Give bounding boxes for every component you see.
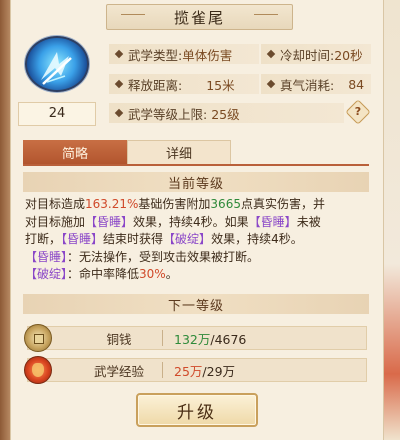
martial-xp-icon [24, 356, 52, 384]
cost-name: 铜钱 [106, 331, 132, 347]
desc-line-4: 【昏睡】：无法操作，受到攻击效果被打断。 [25, 249, 260, 264]
next-level-header: 下一等级 [23, 294, 369, 314]
range-value: 15米 [206, 77, 235, 93]
upgrade-button[interactable]: 升级 [136, 393, 258, 427]
bullet-icon [266, 49, 276, 59]
desc-line-1: 对目标造成163.21%基础伤害附加3665点真实伤害，并 [25, 197, 325, 211]
cost-value: 132万/4676 [174, 331, 247, 347]
tab-bar: 简略 详细 [23, 140, 369, 166]
skill-description: 对目标造成163.21%基础伤害附加3665点真实伤害，并 对目标施加【昏睡】效… [25, 196, 375, 284]
type-value: 单体伤害 [182, 47, 233, 63]
info-row-level-cap: 武学等级上限: 25级 [109, 103, 344, 123]
cost-value: 25万/29万 [174, 363, 236, 379]
type-label: 武学类型: [128, 47, 183, 63]
tab-brief[interactable]: 简略 [23, 140, 127, 164]
skill-title-text: 揽雀尾 [173, 8, 225, 27]
title-deco-right [254, 14, 278, 15]
level-cap-value: 25级 [211, 106, 240, 122]
sword-slash-glyph [41, 52, 72, 85]
skill-icon-box: 24 [17, 36, 97, 126]
energy-label: 真气消耗: [280, 77, 335, 93]
cost-name: 武学经验 [93, 363, 144, 379]
bullet-icon [266, 79, 276, 89]
desc-line-3: 打断，【昏睡】结束时获得【破绽】效果，持续4秒。 [25, 232, 303, 246]
cost-divider [162, 362, 163, 378]
tab-detail[interactable]: 详细 [127, 140, 231, 164]
help-button[interactable]: ? [345, 99, 371, 125]
info-row-range: 释放距离: 15米 [109, 74, 259, 94]
cost-divider [162, 330, 163, 346]
skill-title: 揽雀尾 [106, 4, 293, 30]
help-icon: ? [354, 105, 362, 118]
skill-panel: 揽雀尾 24 武学类型: 单体伤害 冷却时间: 20秒 释放距离: 15米 真气… [10, 0, 384, 440]
sword-slash-icon[interactable] [25, 36, 89, 92]
bullet-icon [114, 108, 124, 118]
bullet-icon [114, 79, 124, 89]
current-level-header: 当前等级 [23, 172, 369, 192]
skill-level: 24 [18, 101, 96, 126]
info-row-energy: 真气消耗: 84 [261, 74, 371, 94]
coin-icon [24, 324, 52, 352]
level-cap-label: 武学等级上限: [128, 106, 208, 122]
desc-line-2: 对目标施加【昏睡】效果，持续4秒。如果【昏睡】未被 [25, 214, 321, 229]
energy-value: 84 [348, 76, 365, 92]
info-row-cooldown: 冷却时间: 20秒 [261, 44, 371, 64]
cost-row-martial-xp: 武学经验 25万/29万 [24, 356, 367, 384]
desc-line-5: 【破绽】：命中率降低30%。 [25, 267, 178, 281]
bullet-icon [114, 49, 124, 59]
range-label: 释放距离: [128, 77, 183, 93]
info-row-type: 武学类型: 单体伤害 [109, 44, 259, 64]
title-deco-left [121, 14, 145, 15]
cooldown-value: 20秒 [334, 47, 363, 63]
cost-row-copper: 铜钱 132万/4676 [24, 324, 367, 352]
cooldown-label: 冷却时间: [280, 47, 335, 63]
